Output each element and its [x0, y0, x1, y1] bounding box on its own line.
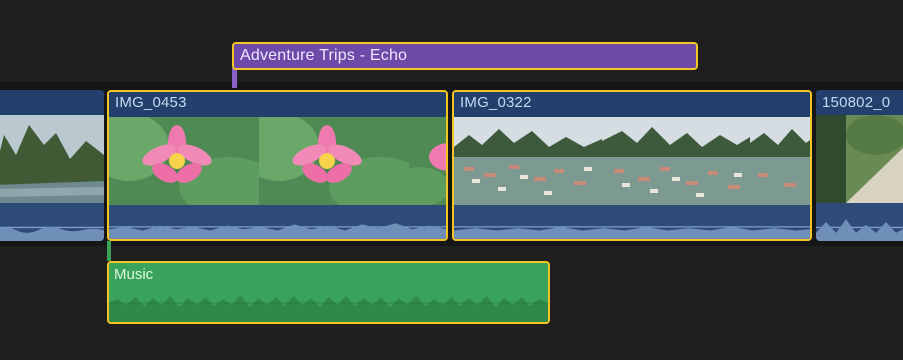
- thumbnail-river-mountain: [0, 115, 104, 203]
- thumbnail-river-boats: [750, 117, 810, 205]
- clip-title-bar: IMG_0453: [109, 92, 446, 115]
- clip-title-bar: [0, 90, 104, 115]
- title-connector: [232, 68, 237, 88]
- clip-thumbnails: [0, 115, 104, 203]
- clip-label: IMG_0453: [115, 94, 187, 111]
- thumbnail-forest-road: [816, 115, 903, 203]
- music-connector: [107, 241, 111, 261]
- clip-title-bar: 150802_0: [816, 90, 903, 115]
- clip-thumbnails: [454, 117, 810, 205]
- clip-thumbnails: [816, 115, 903, 203]
- clip-label: 150802_0: [822, 94, 891, 111]
- thumbnail-lotus-flower: [109, 117, 259, 205]
- video-clip-150802[interactable]: 150802_0: [816, 90, 903, 241]
- video-clip-previous[interactable]: [0, 90, 104, 241]
- title-clip-label: Adventure Trips - Echo: [240, 47, 408, 64]
- clip-audio-waveform: [109, 205, 446, 239]
- music-clip[interactable]: Music: [107, 261, 550, 324]
- clip-label: IMG_0322: [460, 94, 532, 111]
- thumbnail-river-boats: [454, 117, 602, 205]
- clip-audio-waveform: [454, 205, 810, 239]
- clip-audio-waveform: [0, 203, 104, 241]
- thumbnail-lotus-flower: [409, 117, 446, 205]
- music-clip-label: Music: [114, 266, 154, 283]
- title-clip-adventure-trips[interactable]: Adventure Trips - Echo: [232, 42, 698, 70]
- thumbnail-lotus-flower: [259, 117, 409, 205]
- video-clip-img-0322[interactable]: IMG_0322: [452, 90, 812, 241]
- clip-audio-waveform: [816, 203, 903, 241]
- thumbnail-river-boats: [602, 117, 750, 205]
- video-clip-img-0453[interactable]: IMG_0453: [107, 90, 448, 241]
- music-waveform: [109, 295, 548, 322]
- clip-title-bar: IMG_0322: [454, 92, 810, 115]
- clip-thumbnails: [109, 117, 446, 205]
